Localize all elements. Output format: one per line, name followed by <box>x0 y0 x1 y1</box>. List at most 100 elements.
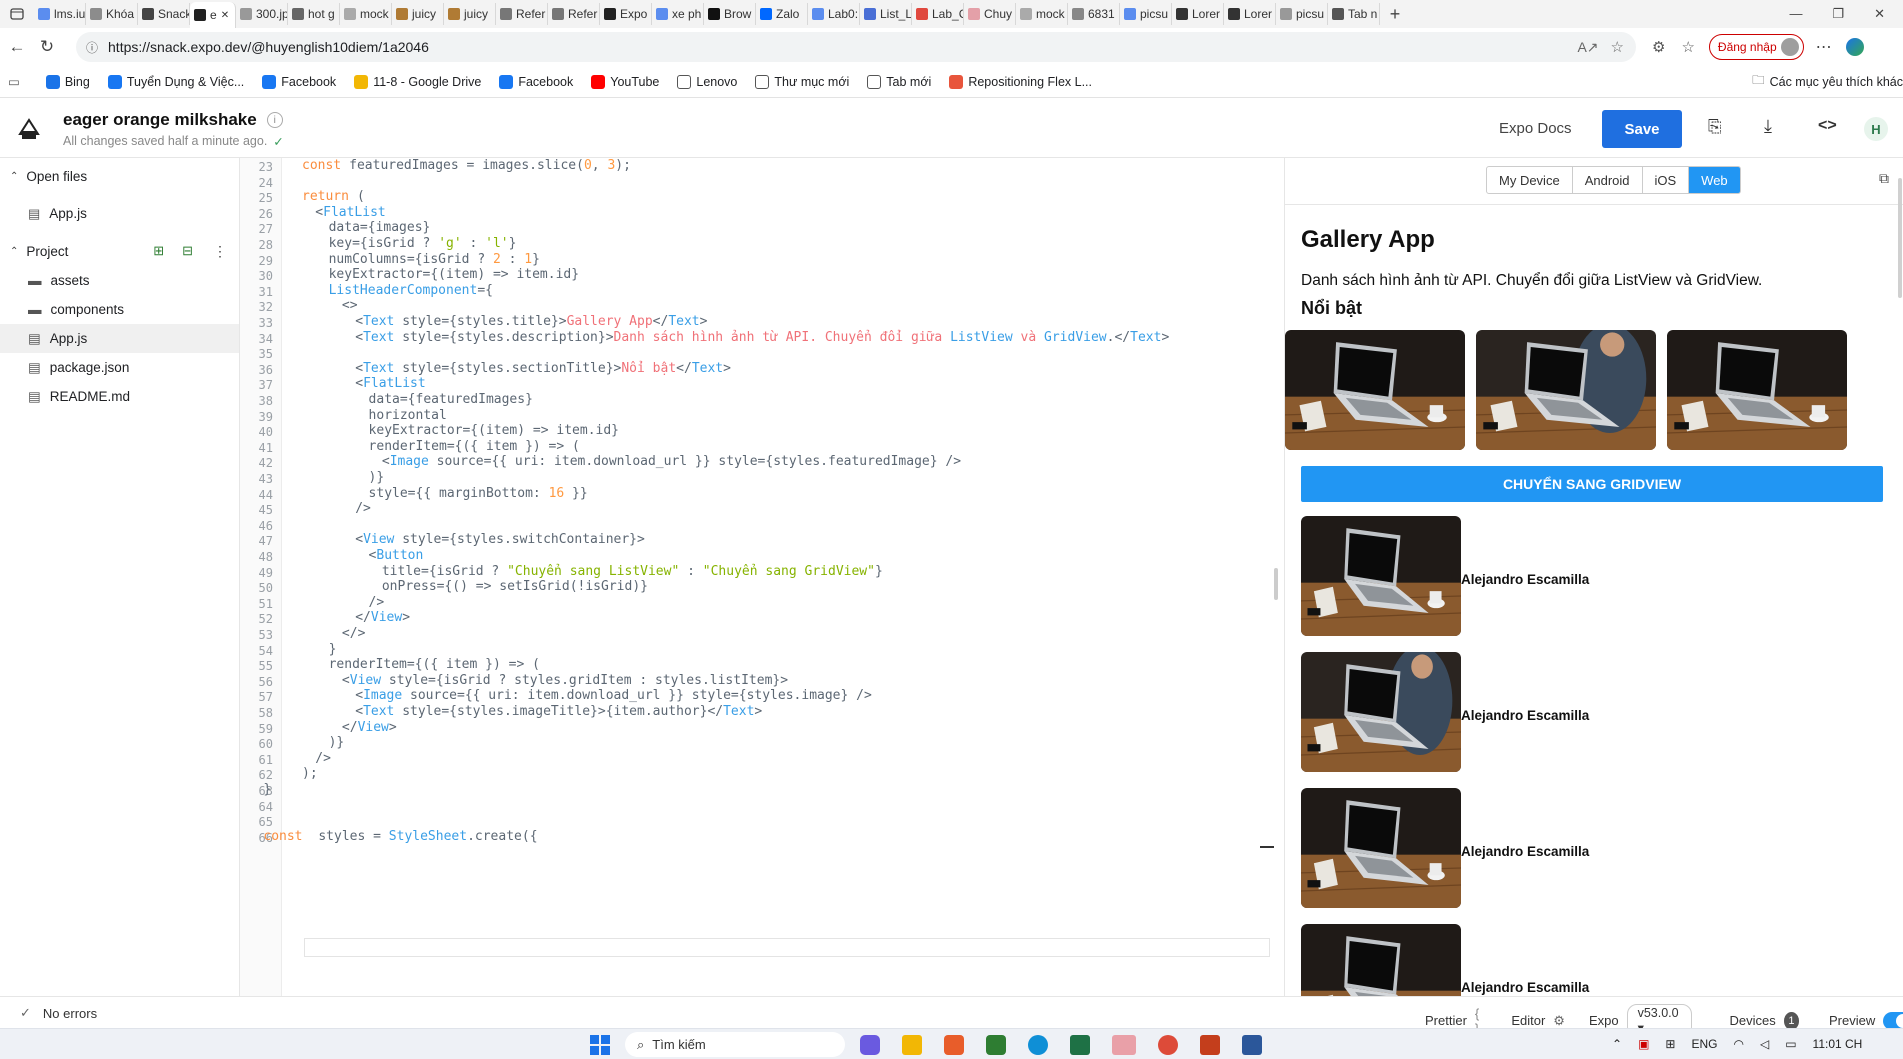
code-line[interactable]: </> <box>342 626 365 641</box>
code-line[interactable]: <View style={isGrid ? styles.gridItem : … <box>342 673 788 688</box>
code-line[interactable]: numColumns={isGrid ? 2 : 1} <box>329 252 540 267</box>
bookmark-item[interactable]: Facebook <box>499 74 573 89</box>
excel-icon[interactable] <box>1070 1035 1090 1055</box>
bookmark-item[interactable]: Bing <box>45 74 90 89</box>
close-window-icon[interactable]: ✕ <box>1874 6 1885 22</box>
list-item[interactable]: Alejandro Escamilla <box>1301 516 1881 636</box>
browser-tab[interactable]: hot g <box>288 3 340 25</box>
code-line[interactable]: data={images} <box>329 220 431 235</box>
word-icon[interactable] <box>1242 1035 1262 1055</box>
code-line[interactable]: </View> <box>342 720 397 735</box>
minimize-icon[interactable]: — <box>1789 6 1802 22</box>
new-folder-icon[interactable]: ⊟ <box>182 243 193 259</box>
code-line[interactable]: <> <box>342 298 358 313</box>
sidebar-item-assets[interactable]: ▬ assets <box>0 266 239 295</box>
favorites-icon[interactable]: ☆ <box>1681 38 1694 56</box>
editor-settings-label[interactable]: Editor <box>1511 1013 1545 1028</box>
login-button[interactable]: Đăng nhập <box>1708 34 1804 60</box>
browser-tab[interactable]: Lorer <box>1224 3 1276 25</box>
bookmark-item[interactable]: Tuyển Dụng & Việc... <box>107 74 244 89</box>
code-line[interactable]: const styles = StyleSheet.create({ <box>263 829 537 844</box>
restore-icon[interactable]: ❐ <box>1832 6 1844 22</box>
code-line[interactable]: onPress={() => setIsGrid(!isGrid)} <box>382 579 648 594</box>
powerpoint-icon[interactable] <box>1200 1035 1220 1055</box>
code-line[interactable]: ListHeaderComponent={ <box>329 283 493 298</box>
tray-app-icon[interactable]: ▣ <box>1638 1037 1649 1051</box>
chrome-icon[interactable] <box>1158 1035 1178 1055</box>
code-line[interactable]: <Image source={{ uri: item.download_url … <box>382 454 961 469</box>
browser-tab[interactable]: xe ph <box>652 3 704 25</box>
code-line[interactable]: } <box>329 642 337 657</box>
project-section[interactable]: ⌃ Project ⊞ ⊟ ⋮ <box>0 236 239 266</box>
code-line[interactable]: /> <box>355 501 371 516</box>
read-aloud-icon[interactable]: A↗ <box>1577 39 1598 56</box>
save-button[interactable]: Save <box>1602 110 1682 148</box>
browser-tab[interactable]: picsu <box>1276 3 1328 25</box>
editor-scrollbar[interactable] <box>1274 568 1278 600</box>
other-bookmarks[interactable]: 🗀 Các mục yêu thích khác <box>1752 71 1903 92</box>
favorite-star-icon[interactable]: ☆ <box>1611 38 1624 56</box>
volume-icon[interactable]: ◁ <box>1760 1037 1769 1051</box>
preview-toggle[interactable] <box>1883 1011 1903 1030</box>
browser-tab[interactable]: Refer <box>496 3 548 25</box>
sidebar-item-components[interactable]: ▬ components <box>0 295 239 324</box>
tab-android[interactable]: Android <box>1573 167 1643 193</box>
browser-tab[interactable]: lms.iu <box>34 3 86 25</box>
collections-icon[interactable]: ▭ <box>8 74 20 89</box>
copilot-app-icon[interactable] <box>860 1035 880 1055</box>
bookmark-item[interactable]: Facebook <box>262 74 336 89</box>
tab-web[interactable]: Web <box>1689 167 1740 193</box>
code-line[interactable]: ); <box>302 766 318 781</box>
site-info-icon[interactable]: ⓘ <box>86 39 98 56</box>
clock[interactable]: 11:01 CH <box>1813 1037 1863 1051</box>
browser-tab[interactable]: Lab_C <box>912 3 964 25</box>
code-line[interactable]: )} <box>329 735 345 750</box>
bookmark-item[interactable]: Repositioning Flex L... <box>949 74 1092 89</box>
code-line[interactable]: /> <box>369 595 385 610</box>
browser-tab[interactable]: juicy <box>392 3 444 25</box>
browser-tab[interactable]: 300.jp <box>236 3 288 25</box>
browser-tab[interactable]: Brow <box>704 3 756 25</box>
tab-my-device[interactable]: My Device <box>1487 167 1573 193</box>
browser-tab[interactable]: e ✕ <box>190 2 236 28</box>
url-field[interactable]: ⓘ https://snack.expo.dev/@huyenglish10di… <box>76 32 1636 62</box>
code-line[interactable]: } <box>263 782 271 797</box>
app-icon[interactable] <box>986 1035 1006 1055</box>
code-line[interactable]: const featuredImages = images.slice(0, 3)… <box>302 158 631 173</box>
open-file-app-js[interactable]: ▤ App.js <box>0 199 239 228</box>
tab-ios[interactable]: iOS <box>1643 167 1690 193</box>
list-item[interactable]: Alejandro Escamilla <box>1301 652 1881 772</box>
file-explorer-icon[interactable] <box>902 1035 922 1055</box>
reload-icon[interactable]: ↻ <box>32 32 62 62</box>
extensions-icon[interactable]: ⚙ <box>1652 38 1665 56</box>
prettier-label[interactable]: Prettier <box>1425 1013 1467 1028</box>
code-editor[interactable]: 23 24 25 26 27 28 29 30 31 32 33 34 35 36 37 38 39 40 41 42… <box>240 158 1284 996</box>
wifi-icon[interactable]: ◠ <box>1733 1037 1743 1051</box>
browser-tab[interactable]: Khóa <box>86 3 138 25</box>
switch-view-button[interactable]: CHUYỂN SANG GRIDVIEW <box>1301 466 1883 502</box>
close-tab-icon[interactable]: ✕ <box>221 10 229 21</box>
sidebar-item-package-json[interactable]: ▤ package.json <box>0 353 239 382</box>
code-line[interactable]: keyExtractor={(item) => item.id} <box>329 267 579 282</box>
bookmark-item[interactable]: Thư mục mới <box>755 74 849 89</box>
more-menu-icon[interactable]: ⋯ <box>1816 37 1832 57</box>
bookmark-item[interactable]: 11-8 - Google Drive <box>354 74 481 89</box>
chevron-up-icon[interactable]: ⌃ <box>1612 1037 1622 1051</box>
browser-tab[interactable]: mock <box>1016 3 1068 25</box>
download-icon[interactable]: ⤓ <box>1764 116 1772 137</box>
browser-tab[interactable]: Lab0: <box>808 3 860 25</box>
errors-status[interactable]: No errors <box>43 1006 97 1021</box>
browser-tab[interactable]: Tab n <box>1328 3 1380 25</box>
sidebar-item-readme[interactable]: ▤ README.md <box>0 382 239 411</box>
browser-tab[interactable]: List_L <box>860 3 912 25</box>
new-tab-button[interactable]: + <box>1380 0 1410 28</box>
code-line[interactable]: title={isGrid ? "Chuyển sang ListView" :… <box>382 564 883 579</box>
code-line[interactable]: horizontal <box>369 408 447 423</box>
code-line[interactable]: </View> <box>355 610 410 625</box>
code-line[interactable]: data={featuredImages} <box>369 392 533 407</box>
browser-tab[interactable]: mock <box>340 3 392 25</box>
code-line[interactable]: <Image source={{ uri: item.download_url … <box>355 688 872 703</box>
code-line[interactable]: <FlatList <box>355 376 425 391</box>
code-line[interactable]: return ( <box>302 189 365 204</box>
code-line[interactable]: <FlatList <box>315 205 385 220</box>
